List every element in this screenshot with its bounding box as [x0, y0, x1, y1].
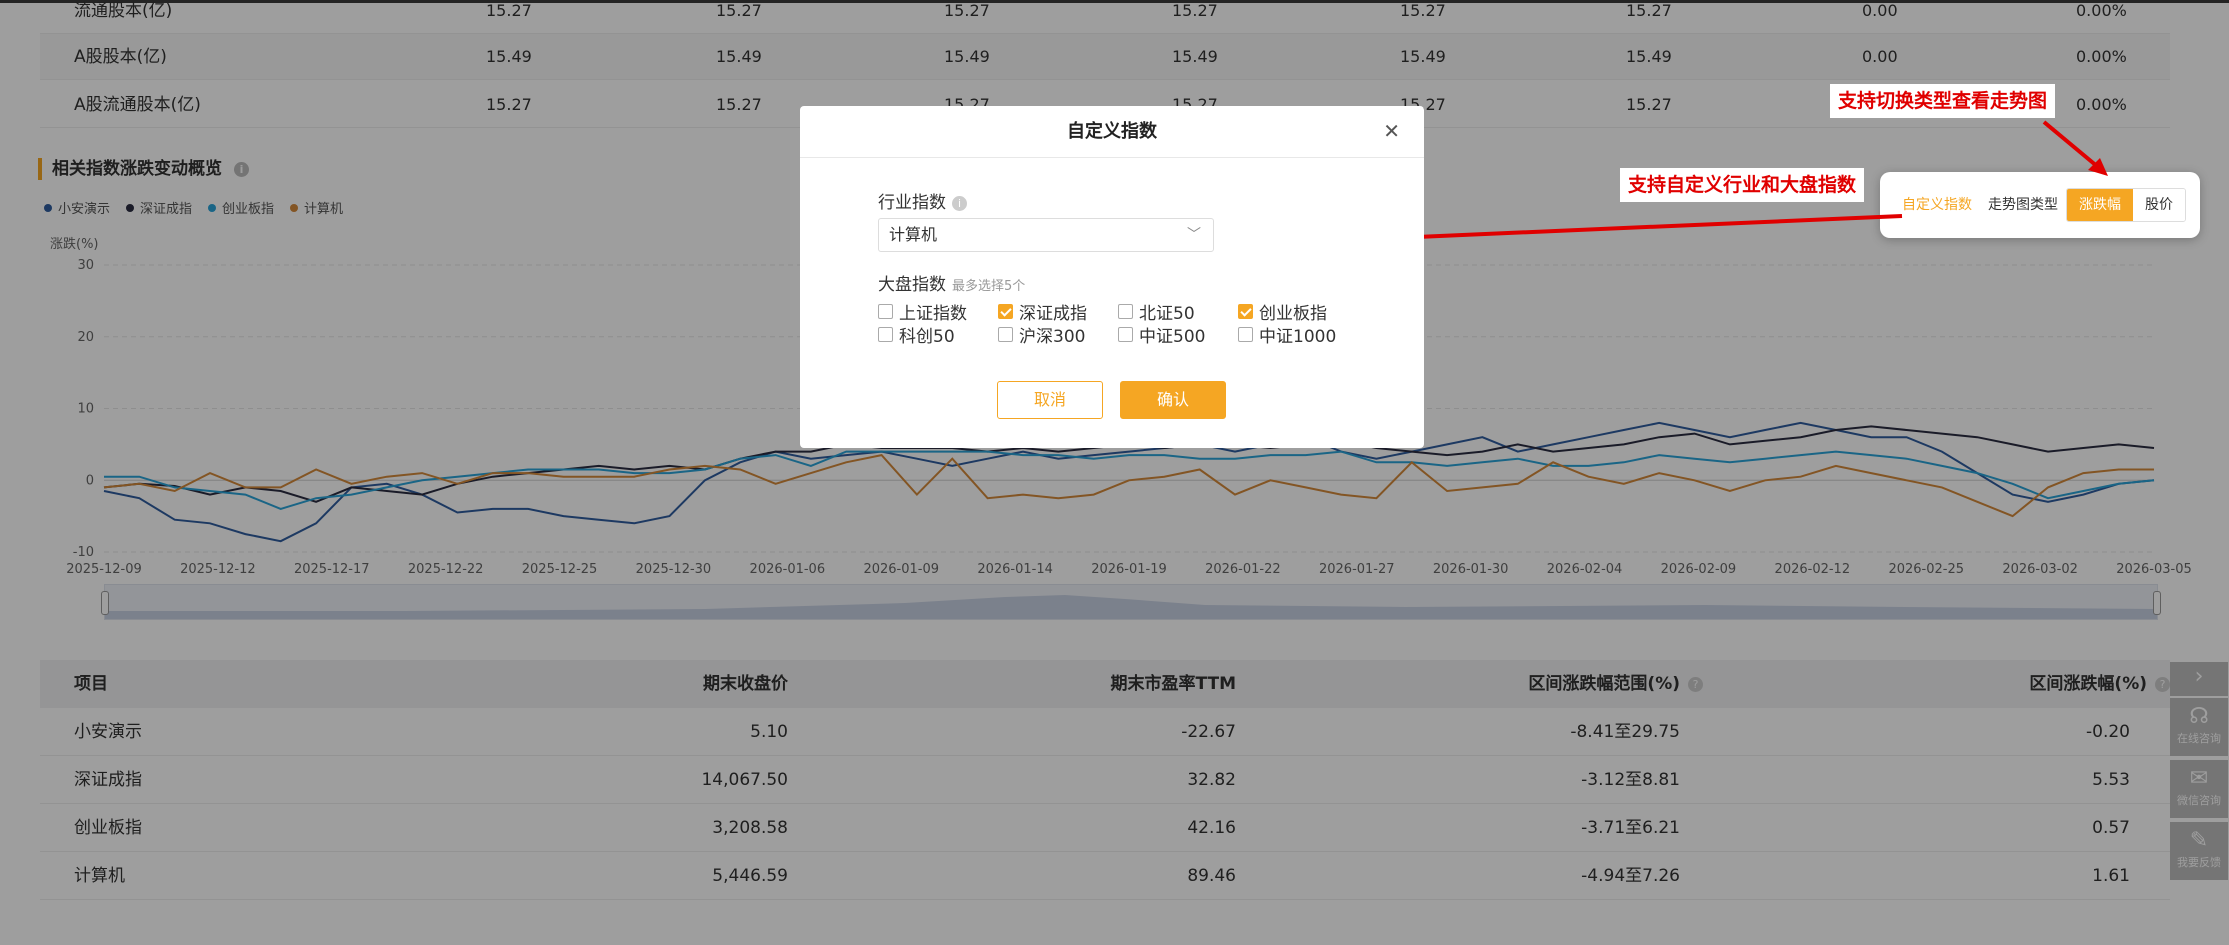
checkbox-option[interactable]: 创业板指	[1238, 299, 1327, 324]
checkbox-label: 科创50	[899, 327, 955, 347]
checkbox-option[interactable]: 深证成指	[998, 299, 1087, 324]
cancel-button[interactable]: 取消	[997, 381, 1103, 419]
industry-select-value: 计算机	[889, 225, 938, 244]
checkbox-label: 中证1000	[1259, 327, 1337, 347]
checkbox-option[interactable]: 科创50	[878, 322, 955, 347]
checkbox-label: 中证500	[1139, 327, 1206, 347]
checkbox-option[interactable]: 中证500	[1118, 322, 1205, 347]
checkbox-option[interactable]: 中证1000	[1238, 322, 1336, 347]
industry-select[interactable]: 计算机 ﹀	[878, 218, 1214, 252]
market-hint: 最多选择5个	[952, 279, 1026, 294]
industry-label-text: 行业指数	[878, 193, 946, 213]
checkbox-option[interactable]: 北证50	[1118, 299, 1195, 324]
checkbox[interactable]	[1118, 304, 1133, 319]
dialog-title: 自定义指数	[1067, 121, 1157, 142]
checkbox-option[interactable]: 沪深300	[998, 322, 1085, 347]
close-icon[interactable]: ✕	[1383, 120, 1400, 142]
checkbox-label: 上证指数	[899, 304, 967, 324]
annotation-switch-type: 支持切换类型查看走势图	[1830, 84, 2056, 118]
checkbox-label: 深证成指	[1019, 304, 1087, 324]
checkbox[interactable]	[1118, 327, 1133, 342]
checkbox-label: 创业板指	[1259, 304, 1327, 324]
change-pct-option[interactable]: 涨跌幅	[2067, 189, 2133, 221]
industry-index-label: 行业指数 i	[878, 188, 967, 213]
checkbox[interactable]	[878, 304, 893, 319]
market-index-label: 大盘指数 最多选择5个	[878, 270, 1025, 295]
custom-index-link[interactable]: 自定义指数	[1902, 194, 1972, 214]
checkbox-option[interactable]: 上证指数	[878, 299, 967, 324]
annotation-custom-index: 支持自定义行业和大盘指数	[1620, 168, 1865, 202]
info-icon[interactable]: i	[952, 195, 967, 211]
checkbox[interactable]	[1238, 304, 1253, 319]
checkbox-label: 沪深300	[1019, 327, 1086, 347]
dialog-header: 自定义指数 ✕	[800, 106, 1424, 158]
market-label-text: 大盘指数	[878, 275, 946, 295]
checkbox[interactable]	[998, 304, 1013, 319]
chart-type-label: 走势图类型	[1988, 197, 2058, 213]
checkbox[interactable]	[998, 327, 1013, 342]
chevron-down-icon: ﹀	[1187, 227, 1201, 243]
chart-controls: 自定义指数 走势图类型 涨跌幅 股价	[1880, 172, 2200, 238]
checkbox[interactable]	[1238, 327, 1253, 342]
checkbox-label: 北证50	[1139, 304, 1195, 324]
checkbox[interactable]	[878, 327, 893, 342]
chart-type-toggle: 涨跌幅 股价	[2066, 188, 2186, 222]
custom-index-dialog: 自定义指数 ✕ 行业指数 i 计算机 ﹀ 大盘指数 最多选择5个 上证指数 深证成指 …	[800, 106, 1424, 448]
price-option[interactable]: 股价	[2133, 189, 2185, 221]
confirm-button[interactable]: 确认	[1120, 381, 1226, 419]
